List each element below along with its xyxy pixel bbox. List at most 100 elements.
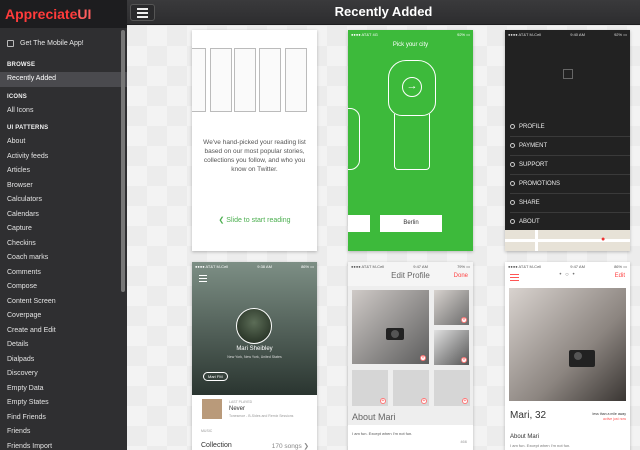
- battery: 92% ▭: [614, 32, 627, 37]
- carrier: ●●●● AT&T 4G: [351, 32, 378, 37]
- map-pin-icon: ●: [601, 236, 606, 243]
- wireframe-card: [210, 48, 232, 112]
- add-photo-icon[interactable]: +: [421, 398, 427, 404]
- menu-item-profile[interactable]: PROFILE: [510, 118, 630, 137]
- profile-name: Mari Sheibley: [236, 346, 273, 352]
- promotions-icon: [510, 180, 515, 186]
- sidebar-item-about[interactable]: About: [0, 135, 127, 150]
- sidebar-item-checkins[interactable]: Checkins: [0, 237, 127, 252]
- last-played-label: LAST PLAYED: [229, 400, 253, 404]
- ui-patterns-list: About Activity feeds Articles Browser Calcul…: [0, 135, 127, 450]
- profile-photo-3[interactable]: ×: [434, 330, 469, 365]
- menu-item-label: PAYMENT: [519, 143, 548, 149]
- brand-part1: Appreciate: [5, 6, 78, 22]
- sidebar-item-capture[interactable]: Capture: [0, 222, 127, 237]
- menu-item-payment[interactable]: PAYMENT: [510, 137, 630, 156]
- empty-photo-slot[interactable]: +: [434, 370, 470, 406]
- camera-illustration: [569, 350, 595, 367]
- intro-text: We've hand-picked your reading list base…: [203, 139, 306, 173]
- sidebar-item-empty-states[interactable]: Empty States: [0, 396, 127, 411]
- song-subtitle: Tonesmoe - B-Sides and Remix Sessions: [229, 414, 294, 418]
- sidebar-item-comments[interactable]: Comments: [0, 266, 127, 281]
- add-photo-icon[interactable]: +: [462, 398, 468, 404]
- card-reading-list[interactable]: We've hand-picked your reading list base…: [192, 30, 317, 251]
- about-textarea[interactable]: I am fun. Except when I'm not fun. 466: [348, 425, 473, 450]
- empty-photo-slot[interactable]: +: [393, 370, 429, 406]
- status-bar: ●●●● AT&T M-Cell 9:38 AM 86% ▭: [192, 262, 317, 271]
- add-photo-icon[interactable]: +: [380, 398, 386, 404]
- menu-item-label: PROFILE: [519, 124, 545, 130]
- brand-logo[interactable]: Appreciate UI: [0, 0, 127, 28]
- music-label: MUSIC: [201, 429, 213, 433]
- sidebar-item-articles[interactable]: Articles: [0, 164, 127, 179]
- camera-illustration: [386, 328, 404, 340]
- city-button-berlin[interactable]: Berlin: [380, 215, 442, 232]
- sidebar-item-empty-data[interactable]: Empty Data: [0, 382, 127, 397]
- status-bar: ●●●● AT&T M-Cell 9:40 AM 92% ▭: [505, 30, 630, 39]
- screenshot-grid: We've hand-picked your reading list base…: [127, 26, 640, 450]
- sidebar-item-create-and-edit[interactable]: Create and Edit: [0, 324, 127, 339]
- sidebar-item-compose[interactable]: Compose: [0, 280, 127, 295]
- city-button-prev[interactable]: [348, 215, 370, 232]
- time: 9:40 AM: [570, 32, 585, 37]
- card-music-profile[interactable]: ●●●● AT&T M-Cell 9:38 AM 86% ▭ Mari Shei…: [192, 262, 317, 450]
- sidebar-item-recently-added[interactable]: Recently Added: [0, 72, 127, 87]
- sidebar-item-activity-feeds[interactable]: Activity feeds: [0, 150, 127, 165]
- profile-photo-main[interactable]: ×: [352, 290, 429, 364]
- menu-item-promotions[interactable]: PROMOTIONS: [510, 175, 630, 194]
- sidebar-item-friends-import[interactable]: Friends Import: [0, 440, 127, 450]
- payment-icon: [510, 142, 515, 148]
- active-text: active just now: [603, 417, 626, 421]
- done-button[interactable]: Done: [454, 273, 468, 279]
- sidebar-item-dialpads[interactable]: Dialpads: [0, 353, 127, 368]
- sidebar-item-content-screen[interactable]: Content Screen: [0, 295, 127, 310]
- mobile-app-label: Get The Mobile App!: [20, 39, 84, 47]
- collection-label[interactable]: Collection: [201, 442, 232, 449]
- sidebar-scrollbar[interactable]: [121, 30, 125, 292]
- sidebar-item-coach-marks[interactable]: Coach marks: [0, 251, 127, 266]
- collection-count: 170 songs ❯: [271, 443, 309, 450]
- sidebar-item-all-icons[interactable]: All Icons: [0, 104, 127, 119]
- sidebar: Appreciate UI Get The Mobile App! BROWSE …: [0, 0, 127, 450]
- about-heading: About Mari: [510, 434, 540, 440]
- sidebar-item-friends[interactable]: Friends: [0, 425, 127, 440]
- station-chip[interactable]: Mari FM: [203, 372, 228, 381]
- card-dating-profile[interactable]: ●●●● AT&T M-Cell 9:47 AM 86% ▭ • ○ • Edi…: [505, 262, 630, 450]
- brand-part2: UI: [77, 6, 92, 22]
- remove-photo-icon[interactable]: ×: [461, 357, 467, 363]
- empty-photo-slot[interactable]: +: [352, 370, 388, 406]
- profile-icon: [510, 123, 515, 129]
- remove-photo-icon[interactable]: ×: [420, 355, 426, 361]
- remove-photo-icon[interactable]: ×: [461, 317, 467, 323]
- carrier: ●●●● AT&T M-Cell: [351, 264, 385, 269]
- card-pick-city[interactable]: ●●●● AT&T 4G 92% ▭ Pick your city → Berl…: [348, 30, 473, 251]
- sidebar-item-browser[interactable]: Browser: [0, 179, 127, 194]
- menu-item-share[interactable]: SHARE: [510, 194, 630, 213]
- status-bar: ●●●● AT&T 4G 92% ▭: [348, 30, 473, 39]
- card-dark-menu[interactable]: ●●●● AT&T M-Cell 9:40 AM 92% ▭ PROFILE P…: [505, 30, 630, 251]
- profile-photo-2[interactable]: ×: [434, 290, 469, 325]
- logo-placeholder-icon: [563, 69, 573, 79]
- about-heading: About Mari: [352, 412, 396, 422]
- sidebar-item-details[interactable]: Details: [0, 338, 127, 353]
- sidebar-item-calculators[interactable]: Calculators: [0, 193, 127, 208]
- mobile-app-link[interactable]: Get The Mobile App!: [0, 31, 127, 55]
- sidebar-item-discovery[interactable]: Discovery: [0, 367, 127, 382]
- card-edit-profile[interactable]: ●●●● AT&T M-Cell 9:47 AM 79% ▭ Edit Prof…: [348, 262, 473, 450]
- profile-name-age: Mari, 32: [510, 410, 547, 421]
- status-bar: ●●●● AT&T M-Cell 9:47 AM 79% ▭: [348, 262, 473, 271]
- map-thumbnail: ●: [505, 230, 630, 251]
- menu-item-support[interactable]: SUPPORT: [510, 156, 630, 175]
- illustration-side: [348, 108, 360, 170]
- hamburger-icon[interactable]: [199, 275, 207, 284]
- map-road: [505, 239, 630, 242]
- sidebar-item-find-friends[interactable]: Find Friends: [0, 411, 127, 426]
- menu-item-label: SUPPORT: [519, 162, 548, 168]
- sidebar-item-calendars[interactable]: Calendars: [0, 208, 127, 223]
- about-icon: [510, 218, 515, 224]
- menu-item-label: PROMOTIONS: [519, 181, 561, 187]
- edit-button[interactable]: Edit: [615, 273, 625, 279]
- avatar: [236, 308, 272, 344]
- arrow-right-icon: →: [402, 77, 422, 97]
- sidebar-item-coverpage[interactable]: Coverpage: [0, 309, 127, 324]
